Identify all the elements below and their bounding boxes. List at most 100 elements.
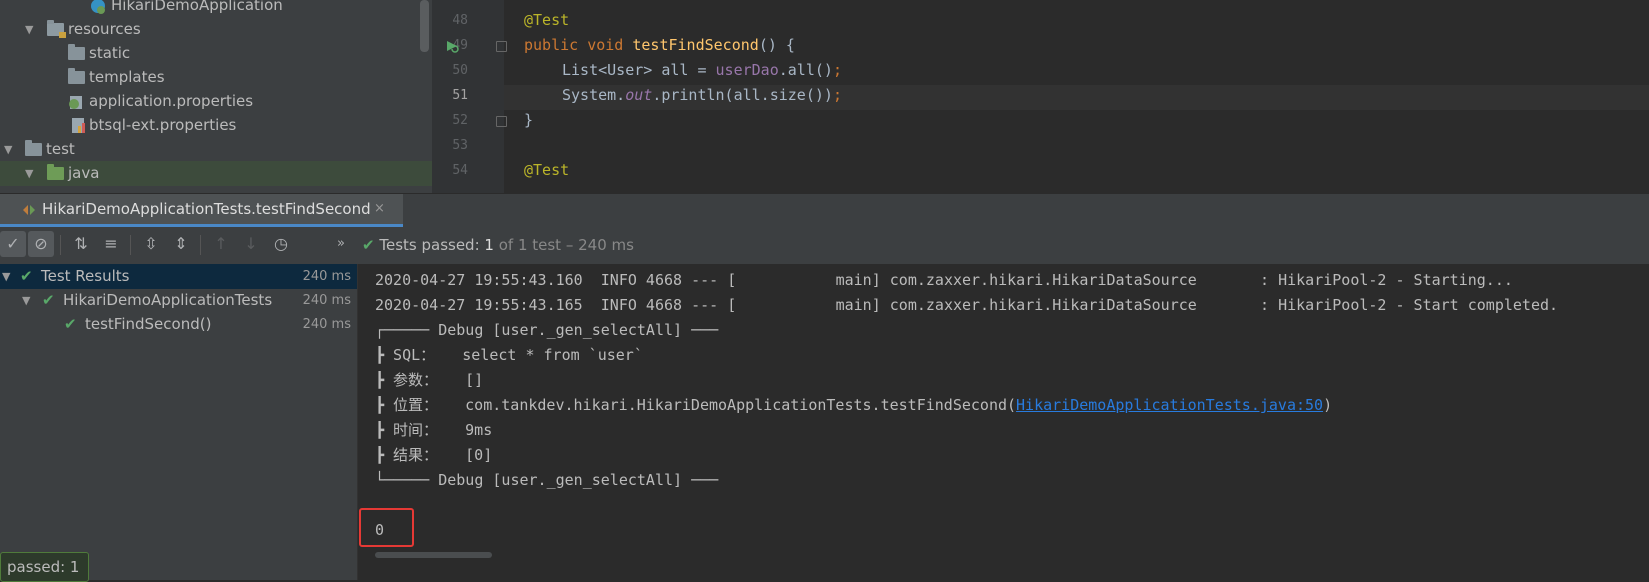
code-text: System. bbox=[562, 86, 626, 104]
chevron-down-icon[interactable]: ▼ bbox=[22, 288, 30, 313]
toolbar-separator bbox=[130, 235, 131, 255]
test-class-row[interactable]: ▼ ✔ HikariDemoApplicationTests 240 ms bbox=[0, 288, 357, 313]
duration: 240 ms bbox=[302, 269, 351, 284]
fold-icon[interactable] bbox=[496, 116, 507, 127]
close-icon[interactable]: × bbox=[374, 194, 385, 224]
code-line-50: List<User> all = userDao.all(); bbox=[562, 58, 842, 83]
check-icon: ✔ bbox=[20, 267, 33, 285]
tree-item-application-properties[interactable]: application.properties bbox=[0, 89, 432, 114]
test-sources-folder-icon bbox=[47, 164, 64, 180]
next-failed-icon[interactable]: ↓ bbox=[238, 231, 264, 257]
tree-item-hikaridemoapplication[interactable]: HikariDemoApplication bbox=[0, 0, 432, 18]
chevron-down-icon[interactable]: ▼ bbox=[25, 17, 33, 42]
test-results-tree: ▼ ✔ Test Results 240 ms ▼ ✔ HikariDemoAp… bbox=[0, 264, 357, 580]
code-text: .println(all.size()) bbox=[652, 86, 833, 104]
test-history-icon[interactable]: ◷ bbox=[268, 231, 294, 257]
test-method-row[interactable]: ✔ testFindSecond() 240 ms bbox=[0, 312, 357, 337]
chevron-down-icon[interactable]: ▼ bbox=[2, 264, 10, 289]
tree-item-resources[interactable]: ▼ resources bbox=[0, 17, 432, 42]
tree-item-label: templates bbox=[89, 68, 165, 86]
previous-failed-icon[interactable]: ↑ bbox=[208, 231, 234, 257]
tree-item-java[interactable]: ▼ java bbox=[0, 161, 432, 186]
console-output[interactable]: 2020-04-27 19:55:43.160 INFO 4668 --- [ … bbox=[357, 264, 1649, 580]
status-count: 1 bbox=[484, 236, 494, 254]
toolbar-separator bbox=[60, 235, 61, 255]
status-suffix: of 1 test – 240 ms bbox=[493, 236, 634, 254]
show-ignored-toggle[interactable]: ⊘ bbox=[28, 231, 54, 257]
static-field: out bbox=[625, 86, 653, 104]
collapse-all-icon[interactable]: ⇕ bbox=[168, 231, 194, 257]
run-tab-label: HikariDemoApplicationTests.testFindSecon… bbox=[42, 200, 371, 218]
duration: 240 ms bbox=[302, 293, 351, 308]
chevron-down-icon[interactable]: ▼ bbox=[4, 137, 12, 162]
annotation: @Test bbox=[524, 11, 570, 29]
test-run-icon bbox=[22, 202, 36, 221]
method-name: testFindSecond bbox=[632, 36, 759, 54]
tree-item-label: Test Results bbox=[41, 267, 130, 285]
keyword: public bbox=[524, 36, 579, 54]
tree-item-label: test bbox=[46, 140, 75, 158]
console-horizontal-scrollbar[interactable] bbox=[375, 552, 492, 558]
console-text: ┣ 位置： com.tankdev.hikari.HikariDemoAppli… bbox=[375, 396, 1017, 414]
code-text: List<User> all = bbox=[562, 61, 716, 79]
tests-status: ✔ Tests passed: 1 of 1 test – 240 ms bbox=[362, 227, 634, 263]
tree-item-label: application.properties bbox=[89, 92, 254, 110]
tree-item-label: btsql-ext.properties bbox=[89, 116, 237, 134]
tree-item-label: testFindSecond() bbox=[85, 315, 212, 333]
spring-properties-icon bbox=[68, 93, 83, 110]
line-number: 54 bbox=[452, 163, 468, 178]
spring-class-icon bbox=[90, 0, 105, 14]
tree-item-test[interactable]: ▼ test bbox=[0, 137, 432, 162]
highlight-box bbox=[359, 508, 414, 547]
code-line-52: } bbox=[524, 108, 533, 133]
tree-item-label: HikariDemoApplicationTests bbox=[63, 291, 273, 309]
fold-icon[interactable] bbox=[496, 41, 507, 52]
run-test-icon[interactable] bbox=[444, 38, 460, 58]
line-number: 52 bbox=[452, 113, 468, 128]
folder-icon bbox=[68, 44, 85, 60]
console-line: 2020-04-27 19:55:43.160 INFO 4668 --- [ … bbox=[375, 271, 1513, 289]
check-icon: ✔ bbox=[64, 315, 77, 333]
console-line: ┣ 参数： [] bbox=[375, 371, 484, 389]
show-passed-toggle[interactable]: ✓ bbox=[0, 231, 26, 257]
console-line: ┌───── Debug [user._gen_selectAll] ─── bbox=[375, 321, 719, 339]
chevron-down-icon[interactable]: ▼ bbox=[25, 161, 33, 186]
console-line: ┣ 结果： [0] bbox=[375, 446, 493, 464]
duration: 240 ms bbox=[302, 317, 351, 332]
code-line-51: System.out.println(all.size()); bbox=[562, 83, 842, 108]
console-line: ┣ SQL： select * from `user` bbox=[375, 346, 643, 364]
sort-alphabetically-icon[interactable]: ⇅ bbox=[68, 231, 94, 257]
source-link[interactable]: HikariDemoApplicationTests.java:50 bbox=[1016, 396, 1323, 414]
tree-item-label: java bbox=[68, 164, 100, 182]
code-line-49: public void testFindSecond() { bbox=[524, 33, 795, 58]
more-actions-icon[interactable]: » bbox=[328, 231, 354, 257]
tree-item-label: resources bbox=[68, 20, 141, 38]
tree-item-templates[interactable]: templates bbox=[0, 65, 432, 90]
expand-all-icon[interactable]: ⇳ bbox=[138, 231, 164, 257]
field-name: userDao bbox=[715, 61, 779, 79]
tree-item-btsql-ext-properties[interactable]: btsql-ext.properties bbox=[0, 113, 432, 138]
toolbar-separator bbox=[200, 235, 201, 255]
status-prefix: Tests passed: bbox=[379, 236, 485, 254]
console-line: 2020-04-27 19:55:43.165 INFO 4668 --- [ … bbox=[375, 296, 1559, 314]
sort-by-duration-icon[interactable]: ≡ bbox=[98, 231, 124, 257]
run-tab[interactable]: HikariDemoApplicationTests.testFindSecon… bbox=[0, 194, 403, 227]
project-scrollbar[interactable] bbox=[420, 0, 429, 52]
semicolon: ; bbox=[832, 61, 842, 79]
code-editor[interactable]: 48 49 50 51 52 53 54 @Test public void t… bbox=[432, 0, 1649, 193]
console-line-location: ┣ 位置： com.tankdev.hikari.HikariDemoAppli… bbox=[375, 393, 1332, 418]
line-number: 50 bbox=[452, 63, 468, 78]
test-runner-toolbar: ✓ ⊘ ⇅ ≡ ⇳ ⇕ ↑ ↓ ◷ » ✔ Tests passed: 1 of… bbox=[0, 227, 1649, 265]
folder-icon bbox=[25, 140, 42, 156]
code-line-54: @Test bbox=[524, 158, 569, 183]
project-tree: HikariDemoApplication ▼ resources static… bbox=[0, 0, 432, 193]
line-number: 48 bbox=[452, 13, 468, 28]
test-results-root[interactable]: ▼ ✔ Test Results 240 ms bbox=[0, 264, 357, 289]
line-number: 53 bbox=[452, 138, 468, 153]
tree-item-static[interactable]: static bbox=[0, 41, 432, 66]
resources-folder-icon bbox=[47, 20, 66, 38]
code-text: () { bbox=[758, 36, 795, 54]
console-line: └───── Debug [user._gen_selectAll] ─── bbox=[375, 471, 719, 489]
code-text: } bbox=[524, 111, 534, 129]
line-number: 51 bbox=[452, 88, 468, 103]
